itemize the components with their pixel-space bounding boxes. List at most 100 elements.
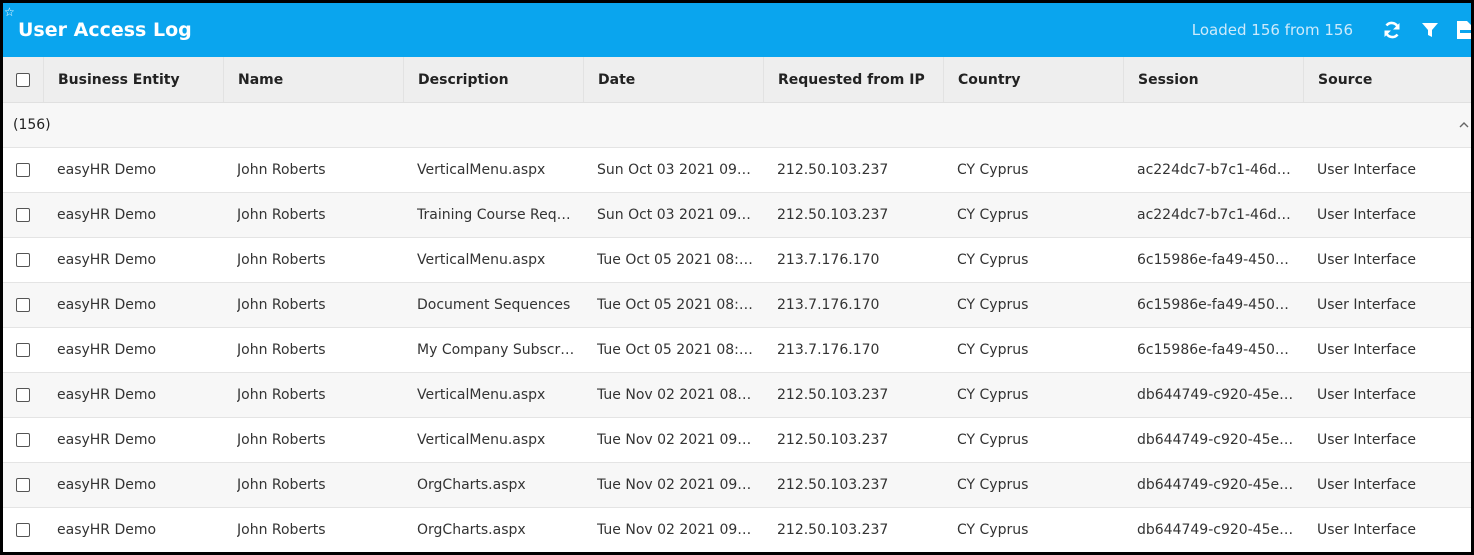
filter-icon	[1422, 23, 1438, 37]
table-row[interactable]: easyHR Demo John Roberts My Company Subscr…	[3, 328, 1471, 373]
column-header-source[interactable]: Source	[1303, 57, 1471, 102]
column-header-name[interactable]: Name	[223, 57, 403, 102]
cell-text: John Roberts	[237, 342, 326, 358]
cell-text: 213.7.176.170	[777, 252, 880, 268]
cell-date: Tue Nov 02 2021 09:1...	[583, 508, 763, 552]
cell-business-entity: easyHR Demo	[43, 373, 223, 417]
cell-text: db644749-c920-45ec-...	[1137, 477, 1295, 493]
row-checkbox[interactable]	[16, 163, 30, 177]
row-checkbox[interactable]	[16, 208, 30, 222]
cell-name: John Roberts	[223, 283, 403, 327]
select-all-checkbox[interactable]	[16, 72, 30, 87]
filter-button[interactable]	[1411, 3, 1449, 57]
group-row[interactable]: (156)	[3, 103, 1471, 148]
export-button[interactable]	[1449, 3, 1471, 57]
cell-text: User Interface	[1317, 207, 1417, 223]
column-header-business-entity[interactable]: Business Entity	[43, 57, 223, 102]
refresh-button[interactable]	[1373, 3, 1411, 57]
cell-text: John Roberts	[237, 477, 326, 493]
cell-requested-from-ip: 212.50.103.237	[763, 193, 943, 237]
column-header-description[interactable]: Description	[403, 57, 583, 102]
cell-text: John Roberts	[237, 252, 326, 268]
cell-text: User Interface	[1317, 522, 1417, 538]
cell-text: Sun Oct 03 2021 09:01...	[597, 207, 755, 223]
column-header-requested-from-ip[interactable]: Requested from IP	[763, 57, 943, 102]
column-header-session[interactable]: Session	[1123, 57, 1303, 102]
table-row[interactable]: easyHR Demo John Roberts Training Course R…	[3, 193, 1471, 238]
cell-date: Tue Nov 02 2021 09:1...	[583, 463, 763, 507]
cell-text: 213.7.176.170	[777, 342, 880, 358]
cell-text: OrgCharts.aspx	[417, 522, 526, 538]
cell-requested-from-ip: 212.50.103.237	[763, 148, 943, 192]
cell-source: User Interface	[1303, 238, 1471, 282]
row-select-cell	[3, 418, 43, 462]
column-header-country[interactable]: Country	[943, 57, 1123, 102]
row-checkbox[interactable]	[16, 433, 30, 447]
table-row[interactable]: easyHR Demo John Roberts VerticalMenu.aspx…	[3, 238, 1471, 283]
export-icon	[1457, 21, 1471, 39]
column-header-date[interactable]: Date	[583, 57, 763, 102]
cell-text: CY Cyprus	[957, 522, 1029, 538]
cell-requested-from-ip: 212.50.103.237	[763, 418, 943, 462]
row-checkbox[interactable]	[16, 478, 30, 492]
cell-source: User Interface	[1303, 193, 1471, 237]
cell-country: CY Cyprus	[943, 328, 1123, 372]
star-icon[interactable]: ☆	[4, 6, 15, 18]
cell-session: 6c15986e-fa49-450e-a...	[1123, 283, 1303, 327]
cell-text: CY Cyprus	[957, 432, 1029, 448]
cell-text: CY Cyprus	[957, 297, 1029, 313]
row-checkbox[interactable]	[16, 253, 30, 267]
table-row[interactable]: easyHR Demo John Roberts VerticalMenu.aspx…	[3, 148, 1471, 193]
table-row[interactable]: easyHR Demo John Roberts VerticalMenu.aspx…	[3, 373, 1471, 418]
cell-text: Tue Nov 02 2021 08:5...	[597, 387, 755, 403]
cell-source: User Interface	[1303, 508, 1471, 552]
cell-text: John Roberts	[237, 162, 326, 178]
row-select-cell	[3, 193, 43, 237]
cell-session: db644749-c920-45ec-...	[1123, 508, 1303, 552]
cell-session: ac224dc7-b7c1-46d7-...	[1123, 148, 1303, 192]
cell-country: CY Cyprus	[943, 193, 1123, 237]
cell-text: easyHR Demo	[57, 252, 157, 268]
cell-business-entity: easyHR Demo	[43, 148, 223, 192]
cell-text: db644749-c920-45ec-...	[1137, 522, 1295, 538]
cell-text: User Interface	[1317, 297, 1417, 313]
cell-text: CY Cyprus	[957, 207, 1029, 223]
cell-name: John Roberts	[223, 463, 403, 507]
cell-text: easyHR Demo	[57, 207, 157, 223]
row-checkbox[interactable]	[16, 523, 30, 537]
cell-text: easyHR Demo	[57, 342, 157, 358]
row-select-cell	[3, 373, 43, 417]
chevron-up-icon[interactable]	[1457, 118, 1471, 132]
cell-country: CY Cyprus	[943, 148, 1123, 192]
cell-text: User Interface	[1317, 477, 1417, 493]
cell-text: 212.50.103.237	[777, 477, 889, 493]
table-row[interactable]: easyHR Demo John Roberts VerticalMenu.aspx…	[3, 418, 1471, 463]
cell-name: John Roberts	[223, 148, 403, 192]
cell-business-entity: easyHR Demo	[43, 418, 223, 462]
cell-text: Tue Oct 05 2021 08:10...	[597, 297, 755, 313]
cell-name: John Roberts	[223, 418, 403, 462]
cell-business-entity: easyHR Demo	[43, 193, 223, 237]
cell-text: Tue Nov 02 2021 09:1...	[597, 522, 755, 538]
cell-requested-from-ip: 212.50.103.237	[763, 508, 943, 552]
cell-business-entity: easyHR Demo	[43, 283, 223, 327]
cell-requested-from-ip: 213.7.176.170	[763, 328, 943, 372]
row-checkbox[interactable]	[16, 298, 30, 312]
table-row[interactable]: easyHR Demo John Roberts Document Sequence…	[3, 283, 1471, 328]
group-count: (156)	[13, 117, 51, 133]
cell-country: CY Cyprus	[943, 508, 1123, 552]
cell-text: User Interface	[1317, 252, 1417, 268]
cell-country: CY Cyprus	[943, 373, 1123, 417]
row-checkbox[interactable]	[16, 343, 30, 357]
cell-business-entity: easyHR Demo	[43, 508, 223, 552]
table-row[interactable]: easyHR Demo John Roberts OrgCharts.aspx Tue…	[3, 508, 1471, 552]
table-row[interactable]: easyHR Demo John Roberts OrgCharts.aspx Tue…	[3, 463, 1471, 508]
cell-text: CY Cyprus	[957, 252, 1029, 268]
cell-text: Tue Nov 02 2021 09:1...	[597, 477, 755, 493]
row-checkbox[interactable]	[16, 388, 30, 402]
cell-text: Document Sequences	[417, 297, 571, 313]
cell-text: 6c15986e-fa49-450e-a...	[1137, 297, 1295, 313]
cell-date: Tue Oct 05 2021 08:11...	[583, 328, 763, 372]
cell-text: User Interface	[1317, 432, 1417, 448]
cell-source: User Interface	[1303, 328, 1471, 372]
